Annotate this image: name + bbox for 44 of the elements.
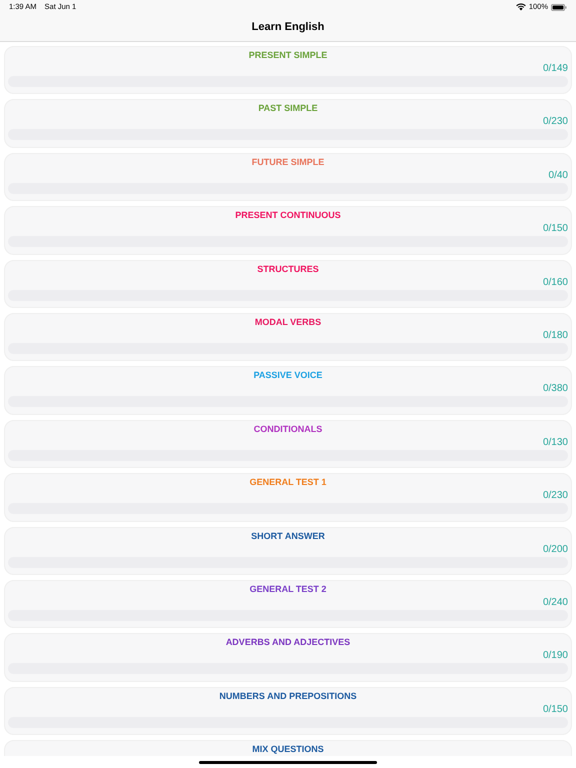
lesson-card[interactable]: PAST SIMPLE 0/230 <box>4 99 572 148</box>
lesson-title: PRESENT CONTINUOUS <box>235 209 341 222</box>
lesson-title: MODAL VERBS <box>254 316 322 328</box>
lesson-title: MIX QUESTIONS <box>252 743 324 756</box>
lesson-title: STRUCTURES <box>257 262 319 275</box>
nav-title: Learn English <box>252 20 324 36</box>
lesson-title: NUMBERS AND PREPOSITIONS <box>219 690 357 702</box>
lesson-title: FUTURE SIMPLE <box>252 156 324 168</box>
lesson-card[interactable]: CONDITIONALS 0/130 <box>4 420 572 468</box>
lesson-count: 0/180 <box>542 330 568 342</box>
lesson-card[interactable]: PASSIVE VOICE 0/380 <box>4 366 572 415</box>
lesson-count: 0/149 <box>542 63 568 75</box>
lesson-title: PRESENT SIMPLE <box>248 49 328 61</box>
lesson-count: 0/160 <box>542 276 568 289</box>
lesson-title: ADVERBS AND ADJECTIVES <box>226 636 350 648</box>
lesson-count: 0/380 <box>542 383 568 396</box>
lesson-count: 0/230 <box>542 116 568 128</box>
lesson-count: 0/130 <box>542 436 568 449</box>
lesson-title: PAST SIMPLE <box>258 102 318 114</box>
lesson-count: 0/200 <box>542 544 568 556</box>
lesson-card[interactable]: NUMBERS AND PREPOSITIONS 0/150 <box>4 686 572 736</box>
lesson-card[interactable]: SHORT ANSWER 0/200 <box>4 526 572 575</box>
lesson-count: 0/240 <box>542 596 568 609</box>
lesson-count: 0/150 <box>542 223 568 236</box>
lesson-title: CONDITIONALS <box>254 422 322 435</box>
lesson-title: PASSIVE VOICE <box>254 369 322 382</box>
lesson-card[interactable]: GENERAL TEST 1 0/230 <box>4 473 572 522</box>
lesson-card[interactable]: PRESENT SIMPLE 0/149 <box>4 46 572 94</box>
lesson-card[interactable]: ADVERBS AND ADJECTIVES 0/190 <box>4 633 572 682</box>
lesson-title: GENERAL TEST 1 <box>250 476 326 488</box>
lesson-card[interactable]: MIX QUESTIONS <box>4 740 572 756</box>
lesson-card[interactable]: FUTURE SIMPLE 0/40 <box>4 152 572 202</box>
lesson-card[interactable]: MODAL VERBS 0/180 <box>4 312 572 362</box>
lesson-card[interactable]: STRUCTURES 0/160 <box>4 260 572 308</box>
lesson-count: 0/150 <box>542 704 568 716</box>
lesson-count: 0/230 <box>542 490 568 502</box>
lesson-count: 0/40 <box>548 170 568 182</box>
lesson-title: GENERAL TEST 2 <box>250 582 326 595</box>
lesson-card[interactable]: GENERAL TEST 2 0/240 <box>4 580 572 628</box>
battery-icon <box>551 4 567 10</box>
lesson-title: SHORT ANSWER <box>251 530 325 542</box>
lesson-card[interactable]: PRESENT CONTINUOUS 0/150 <box>4 206 572 255</box>
lesson-count: 0/190 <box>542 650 568 662</box>
wifi-icon <box>516 3 526 11</box>
